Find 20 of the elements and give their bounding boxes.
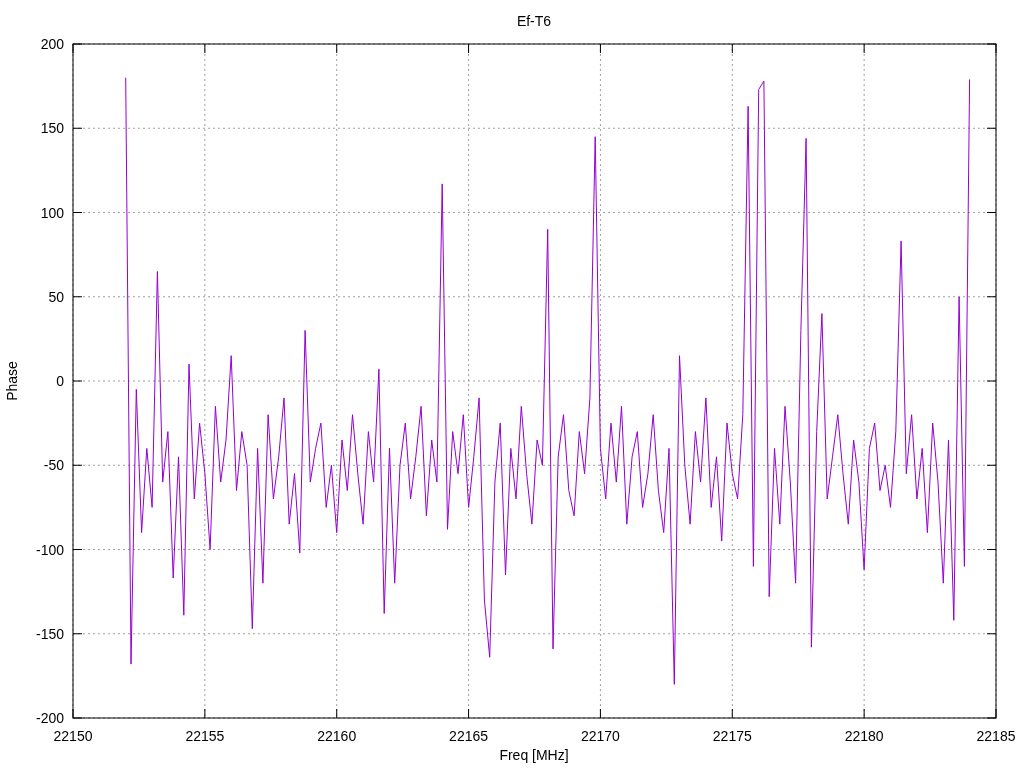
x-tick-label: 22175 bbox=[712, 728, 752, 744]
y-tick-label: -50 bbox=[43, 457, 64, 474]
y-tick-label: -150 bbox=[35, 625, 64, 642]
x-tick-label: 22165 bbox=[449, 728, 489, 744]
y-tick-label: -200 bbox=[35, 710, 64, 726]
x-tick-label: 22150 bbox=[53, 728, 93, 744]
y-tick-label: 50 bbox=[48, 288, 64, 305]
x-tick-label: 22160 bbox=[317, 728, 357, 744]
y-tick-label: 150 bbox=[40, 120, 64, 137]
y-tick-label: 0 bbox=[56, 373, 64, 389]
y-tick-label: 200 bbox=[40, 36, 64, 52]
x-tick-label: 22185 bbox=[976, 728, 1016, 744]
x-tick-label: 22170 bbox=[580, 728, 620, 744]
x-tick-label: 22180 bbox=[844, 728, 884, 744]
chart-title: Ef-T6 bbox=[516, 13, 552, 29]
x-tick-label: 22155 bbox=[185, 728, 225, 744]
y-axis-label: Phase bbox=[4, 361, 20, 401]
x-axis-label: Freq [MHz] bbox=[499, 747, 569, 763]
y-tick-label: -100 bbox=[35, 541, 64, 558]
y-tick-label: 100 bbox=[40, 204, 64, 221]
